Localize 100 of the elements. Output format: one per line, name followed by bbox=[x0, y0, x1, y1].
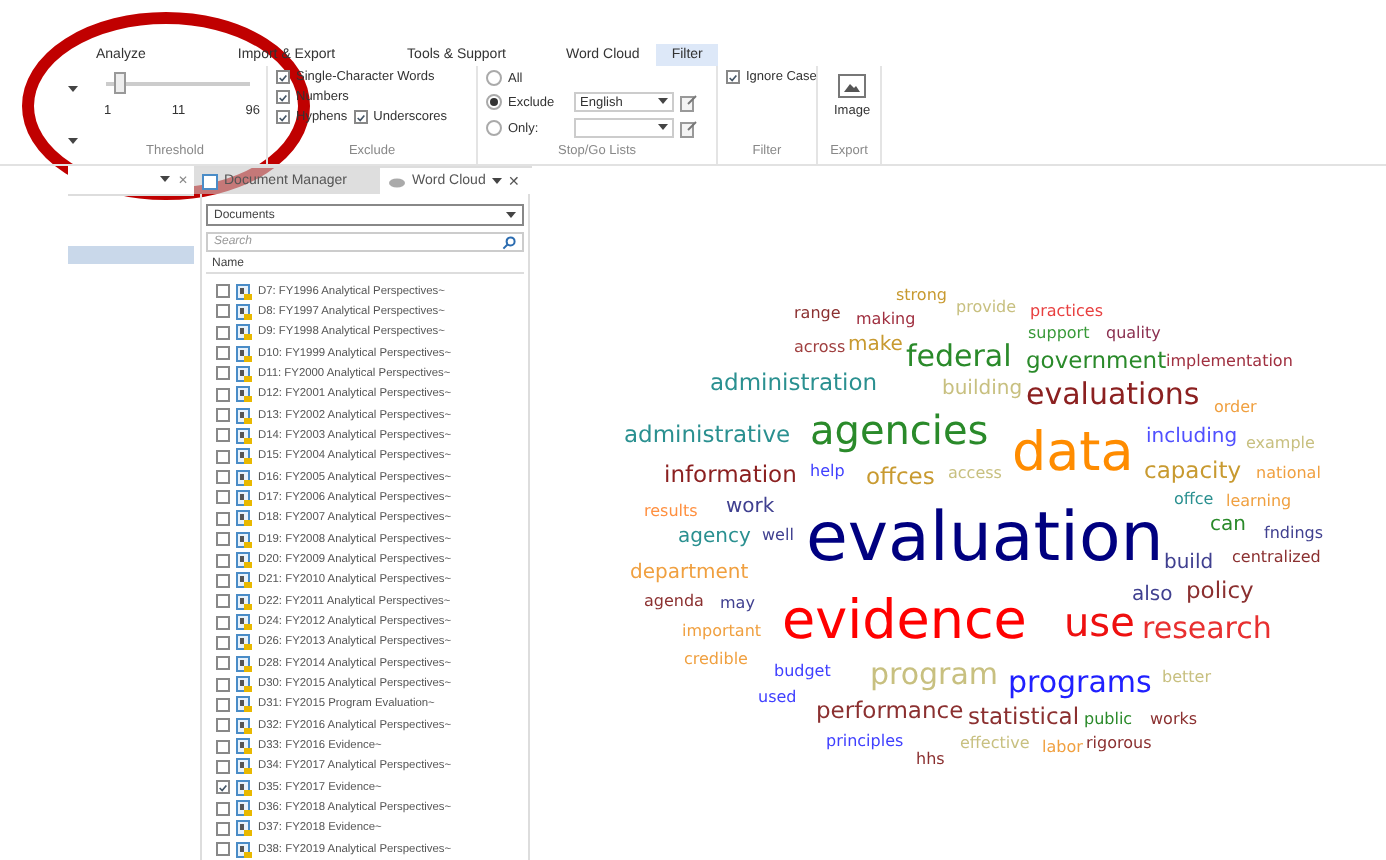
cloud-word: works bbox=[1150, 711, 1198, 728]
cloud-word: well bbox=[762, 527, 794, 544]
cloud-word: budget bbox=[774, 663, 831, 680]
document-icon bbox=[236, 303, 252, 320]
caret-icon bbox=[160, 176, 170, 184]
checkbox[interactable] bbox=[216, 284, 230, 299]
cloud-word: results bbox=[644, 503, 698, 520]
checkbox[interactable] bbox=[216, 780, 230, 795]
document-icon bbox=[236, 820, 252, 837]
checkbox[interactable] bbox=[216, 346, 230, 361]
cloud-word: agency bbox=[678, 527, 751, 547]
cloud-word: capacity bbox=[1144, 459, 1242, 483]
checkbox[interactable] bbox=[276, 110, 290, 124]
document-icon bbox=[236, 448, 252, 465]
document-icon bbox=[236, 779, 252, 796]
cloud-word: national bbox=[1256, 465, 1321, 482]
cloud-word: order bbox=[1214, 399, 1257, 416]
document-icon bbox=[236, 531, 252, 548]
cloud-word: federal bbox=[906, 341, 1012, 372]
cloud-word: also bbox=[1132, 585, 1173, 605]
cloud-word: principles bbox=[826, 733, 904, 750]
cloud-word: rigorous bbox=[1086, 735, 1152, 752]
cloud-word: use bbox=[1064, 602, 1135, 642]
checkbox[interactable] bbox=[216, 635, 230, 650]
checkbox[interactable] bbox=[216, 325, 230, 340]
checkbox[interactable] bbox=[216, 470, 230, 485]
cloud-word: department bbox=[630, 563, 749, 583]
cloud-word: building bbox=[942, 379, 1023, 399]
edit-list-icon[interactable] bbox=[680, 93, 698, 111]
cloud-word: including bbox=[1146, 427, 1238, 447]
checkbox[interactable] bbox=[216, 821, 230, 836]
document-icon bbox=[236, 324, 252, 341]
checkbox[interactable] bbox=[216, 366, 230, 381]
checkbox[interactable] bbox=[216, 801, 230, 816]
checkbox[interactable] bbox=[216, 511, 230, 526]
radio-button[interactable] bbox=[486, 94, 502, 110]
document-icon bbox=[236, 676, 252, 693]
cloud-word: range bbox=[794, 305, 841, 322]
cloud-word: data bbox=[1012, 426, 1134, 481]
checkbox[interactable] bbox=[216, 532, 230, 547]
caret-icon bbox=[506, 211, 516, 220]
checkbox[interactable] bbox=[216, 449, 230, 464]
document-icon bbox=[236, 841, 252, 858]
document-icon bbox=[236, 696, 252, 713]
cloud-word: example bbox=[1246, 435, 1315, 452]
cloud-word: labor bbox=[1042, 739, 1083, 756]
document-icon bbox=[236, 758, 252, 775]
threshold-slider[interactable] bbox=[100, 72, 256, 94]
checkbox[interactable] bbox=[216, 553, 230, 568]
edit-list-icon[interactable] bbox=[680, 119, 698, 137]
checkbox[interactable] bbox=[216, 387, 230, 402]
checkbox[interactable] bbox=[216, 615, 230, 630]
cloud-word: evaluation bbox=[806, 504, 1164, 573]
checkbox[interactable] bbox=[353, 110, 368, 124]
document-icon bbox=[236, 345, 252, 362]
document-icon bbox=[236, 614, 252, 631]
cloud-word: work bbox=[726, 497, 775, 517]
caret-icon bbox=[491, 177, 502, 185]
cloud-word: performance bbox=[816, 699, 964, 723]
cloud-word: effective bbox=[960, 735, 1030, 752]
cloud-word: policy bbox=[1186, 579, 1254, 603]
checkbox[interactable] bbox=[216, 677, 230, 692]
cloud-word: important bbox=[682, 623, 762, 640]
cloud-word: can bbox=[1210, 515, 1246, 535]
checkbox[interactable] bbox=[726, 70, 740, 84]
document-icon bbox=[236, 572, 252, 589]
cloud-word: hhs bbox=[916, 751, 945, 768]
checkbox[interactable] bbox=[216, 573, 230, 588]
checkbox[interactable] bbox=[216, 656, 230, 671]
cloud-word: agenda bbox=[644, 593, 704, 610]
cloud-word: better bbox=[1162, 669, 1211, 686]
cloud-word: offces bbox=[866, 465, 935, 489]
checkbox[interactable] bbox=[216, 759, 230, 774]
cloud-word: provide bbox=[956, 299, 1017, 316]
checkbox[interactable] bbox=[216, 697, 230, 712]
cloud-word: credible bbox=[684, 651, 748, 668]
cloud-word: fndings bbox=[1264, 525, 1324, 542]
radio-button[interactable] bbox=[486, 70, 502, 86]
checkbox[interactable] bbox=[216, 408, 230, 423]
checkbox[interactable] bbox=[216, 428, 230, 443]
checkbox[interactable] bbox=[216, 842, 230, 857]
cloud-word: implementation bbox=[1166, 353, 1293, 370]
checkbox[interactable] bbox=[216, 739, 230, 754]
checkbox[interactable] bbox=[216, 594, 230, 609]
checkbox[interactable] bbox=[216, 490, 230, 505]
checkbox[interactable] bbox=[276, 70, 290, 84]
cloud-word: information bbox=[664, 463, 797, 487]
slider-thumb[interactable] bbox=[114, 72, 127, 94]
cloud-word: access bbox=[948, 465, 1002, 482]
document-icon bbox=[236, 365, 252, 382]
cloud-word: research bbox=[1142, 613, 1272, 644]
checkbox[interactable] bbox=[216, 718, 230, 733]
radio-button[interactable] bbox=[486, 120, 502, 136]
document-icon bbox=[236, 717, 252, 734]
checkbox[interactable] bbox=[276, 90, 290, 104]
checkbox[interactable] bbox=[216, 304, 230, 319]
document-icon bbox=[236, 655, 252, 672]
search-icon bbox=[502, 235, 516, 250]
cloud-word: may bbox=[720, 595, 755, 612]
caret-icon bbox=[658, 124, 668, 132]
